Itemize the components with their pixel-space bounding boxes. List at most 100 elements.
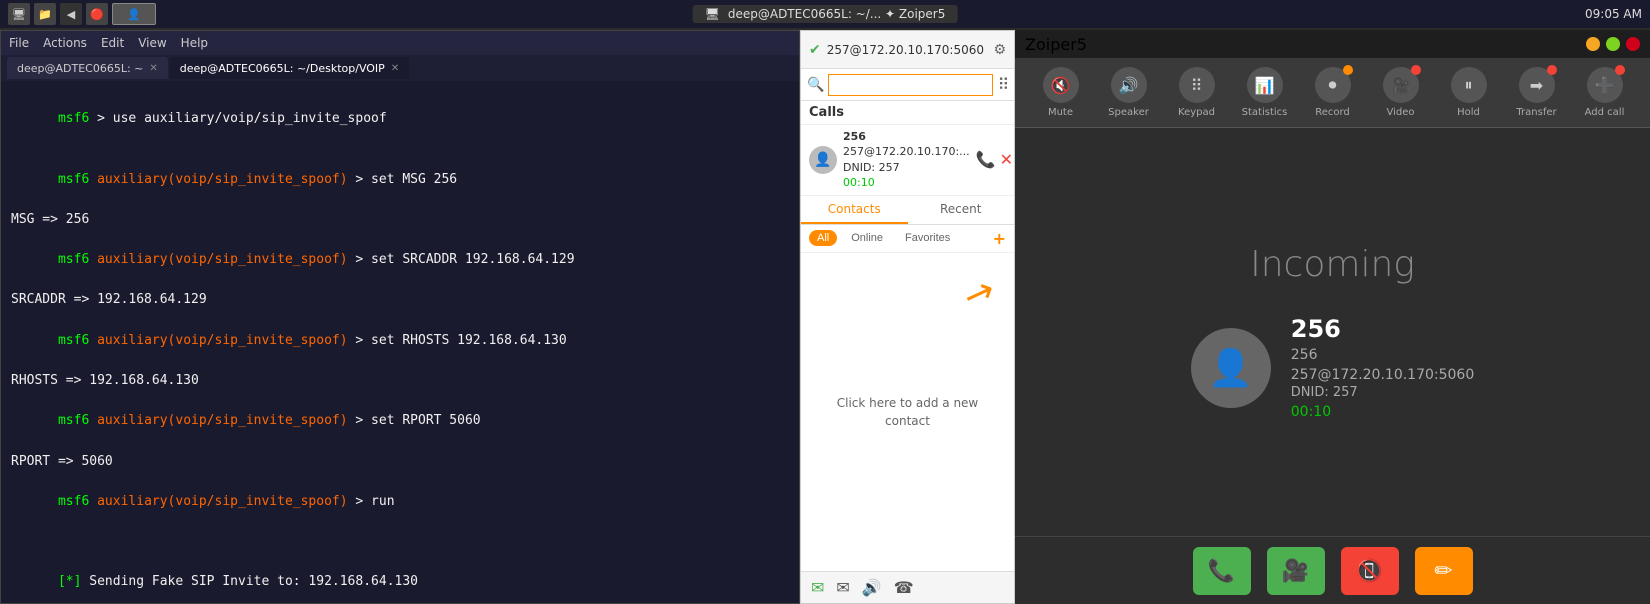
terminal-tab-1[interactable]: deep@ADTEC0665L: ~ ✕ — [7, 57, 168, 79]
add-call-button[interactable]: ➕ Add call — [1580, 67, 1630, 118]
keypad-icon: ⠿ — [1179, 67, 1215, 103]
terminal-line-11: [*] Sending Fake SIP Invite to: 192.168.… — [11, 552, 789, 603]
transfer-icon: ➡ — [1519, 67, 1555, 103]
speaker-button[interactable]: 🔊 Speaker — [1104, 67, 1154, 118]
zoiper-title: Zoiper5 — [1025, 35, 1087, 54]
caller-avatar: 👤 — [809, 146, 837, 174]
voicemail-icon[interactable]: ✉ — [836, 578, 849, 597]
terminal-line-10: msf6 auxiliary(voip/sip_invite_spoof) > … — [11, 472, 789, 532]
menu-help[interactable]: Help — [181, 36, 208, 50]
minimize-button[interactable] — [1586, 37, 1600, 51]
window-controls — [1586, 37, 1640, 51]
taskbar-left: 🖥 📁 ◀ 🔴 👤 — [8, 3, 156, 25]
taskbar-window-title: deep@ADTEC0665L: ~/... ✦ Zoiper5 — [728, 7, 946, 21]
video-button[interactable]: 🎥 Video — [1376, 67, 1426, 118]
zoiper-titlebar: Zoiper5 — [1015, 30, 1650, 58]
caller-details: 256 256 257@172.20.10.170:5060 DNID: 257… — [1291, 315, 1475, 420]
settings-gear-icon[interactable]: ⚙ — [993, 42, 1006, 58]
message-button[interactable]: ✏ — [1415, 547, 1473, 595]
hold-label: Hold — [1457, 107, 1480, 118]
accept-call-button[interactable]: 📞 — [1193, 547, 1251, 595]
speaker-icon: 🔊 — [1111, 67, 1147, 103]
taskbar: 🖥 📁 ◀ 🔴 👤 🖥 deep@ADTEC0665L: ~/... ✦ Zoi… — [0, 0, 1650, 28]
menu-actions[interactable]: Actions — [43, 36, 87, 50]
active-call-item[interactable]: 👤 256 257@172.20.10.170:... DNID: 257 00… — [801, 125, 1014, 196]
transfer-badge — [1547, 65, 1557, 75]
terminal-tab-2[interactable]: deep@ADTEC0665L: ~/Desktop/VOIP ✕ — [170, 57, 409, 79]
mute-icon: 🔇 — [1043, 67, 1079, 103]
zoiper-account: 257@172.20.10.170:5060 — [827, 43, 984, 57]
zoiper-status: ✔ 257@172.20.10.170:5060 — [809, 42, 984, 58]
transfer-label: Transfer — [1516, 107, 1556, 118]
terminal-tabs: deep@ADTEC0665L: ~ ✕ deep@ADTEC0665L: ~/… — [1, 55, 799, 81]
tab-recent[interactable]: Recent — [908, 196, 1015, 224]
taskbar-app-icon-4[interactable]: 🔴 — [86, 3, 108, 25]
tab1-label: deep@ADTEC0665L: ~ — [17, 62, 143, 75]
zoiper-contacts-panel: ✔ 257@172.20.10.170:5060 ⚙ 🔍 ⠿ Calls 👤 2… — [800, 30, 1015, 604]
tab2-close[interactable]: ✕ — [391, 63, 399, 74]
caller-name: 256 — [1291, 315, 1475, 343]
record-badge — [1343, 65, 1353, 75]
menu-file[interactable]: File — [9, 36, 29, 50]
menu-edit[interactable]: Edit — [101, 36, 124, 50]
taskbar-app-icon-2[interactable]: 📁 — [34, 3, 56, 25]
caller-number: 256 — [1291, 347, 1475, 363]
tab1-close[interactable]: ✕ — [149, 63, 157, 74]
zoiper-tabs: Contacts Recent — [801, 196, 1014, 225]
taskbar-center-title[interactable]: 🖥 deep@ADTEC0665L: ~/... ✦ Zoiper5 — [693, 5, 958, 23]
call-duration: 00:10 — [1291, 404, 1475, 420]
taskbar-app-icon-5[interactable]: 👤 — [112, 3, 156, 25]
zoiper-small-header: ✔ 257@172.20.10.170:5060 ⚙ — [801, 31, 1014, 69]
status-dot-icon: ✔ — [809, 42, 821, 58]
record-label: Record — [1315, 107, 1350, 118]
speaker-label: Speaker — [1108, 107, 1149, 118]
call-body: Incoming 👤 256 256 257@172.20.10.170:506… — [1015, 128, 1650, 536]
keypad-label: Keypad — [1178, 107, 1215, 118]
taskbar-right: 09:05 AM — [1585, 7, 1642, 21]
hold-button[interactable]: ⏸ Hold — [1444, 67, 1494, 118]
close-button[interactable] — [1626, 37, 1640, 51]
decline-call-button[interactable]: 📵 — [1341, 547, 1399, 595]
terminal-line-5: SRCADDR => 192.168.64.129 — [11, 290, 789, 310]
terminal-line-9: RPORT => 5060 — [11, 452, 789, 472]
add-call-badge — [1615, 65, 1625, 75]
dialpad-icon[interactable]: 🔊 — [862, 578, 882, 597]
search-input[interactable] — [828, 74, 993, 96]
contacts-filter-bar: All Online Favorites + — [801, 225, 1014, 253]
call-accept-icon[interactable]: 📞 — [976, 150, 996, 169]
add-contact-arrow-icon: ↗ — [958, 269, 1000, 318]
caller-section: 👤 256 256 257@172.20.10.170:5060 DNID: 2… — [1191, 315, 1475, 420]
keypad-button[interactable]: ⠿ Keypad — [1172, 67, 1222, 118]
call-decline-icon[interactable]: ✕ — [1000, 150, 1013, 169]
taskbar-app-icon-1[interactable]: 🖥 — [8, 3, 30, 25]
maximize-button[interactable] — [1606, 37, 1620, 51]
statistics-button[interactable]: 📊 Statistics — [1240, 67, 1290, 118]
add-call-label: Add call — [1585, 107, 1625, 118]
mute-button[interactable]: 🔇 Mute — [1036, 67, 1086, 118]
statistics-icon: 📊 — [1247, 67, 1283, 103]
menu-view[interactable]: View — [138, 36, 166, 50]
phone-icon[interactable]: ☎ — [894, 578, 914, 597]
caller-address: 257@172.20.10.170:5060 — [1291, 367, 1475, 383]
terminal-line-1: msf6 > use auxiliary/voip/sip_invite_spo… — [11, 89, 789, 149]
filter-all-button[interactable]: All — [809, 230, 837, 246]
terminal-line-2: msf6 auxiliary(voip/sip_invite_spoof) > … — [11, 149, 789, 209]
grid-view-icon[interactable]: ⠿ — [997, 75, 1009, 94]
chat-icon[interactable]: ✉ — [811, 578, 824, 597]
statistics-label: Statistics — [1242, 107, 1288, 118]
zoiper-search-bar: 🔍 ⠿ — [801, 69, 1014, 101]
record-button[interactable]: ⏺ Record — [1308, 67, 1358, 118]
zoiper-bottom-bar: ✉ ✉ 🔊 ☎ — [801, 571, 1014, 603]
tab-contacts[interactable]: Contacts — [801, 196, 908, 224]
taskbar-app-icon-3[interactable]: ◀ — [60, 3, 82, 25]
add-contact-text[interactable]: Click here to add a new contact — [801, 394, 1014, 430]
transfer-button[interactable]: ➡ Transfer — [1512, 67, 1562, 118]
filter-favorites-button[interactable]: Favorites — [897, 230, 958, 246]
filter-online-button[interactable]: Online — [843, 230, 891, 246]
video-call-button[interactable]: 🎥 — [1267, 547, 1325, 595]
terminal-line-4: msf6 auxiliary(voip/sip_invite_spoof) > … — [11, 230, 789, 290]
call-info: 256 257@172.20.10.170:... DNID: 257 00:1… — [843, 129, 970, 191]
call-number: 256 — [843, 129, 970, 144]
taskbar-time: 09:05 AM — [1585, 7, 1642, 21]
add-filter-plus-icon[interactable]: + — [993, 229, 1006, 248]
